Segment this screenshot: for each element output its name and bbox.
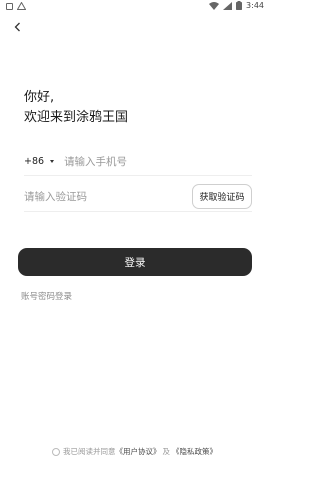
login-button[interactable]: 登录 [18,248,252,276]
back-button[interactable] [10,20,24,34]
chevron-left-icon [14,22,20,32]
wifi-icon [209,1,220,10]
status-right: 3:44 [209,1,264,10]
greeting: 你好, 欢迎来到涂鸦王国 [24,88,128,128]
privacy-policy-link[interactable]: 《隐私政策》 [172,446,217,457]
agree-radio[interactable] [52,447,60,456]
status-bar: 3:44 [0,0,270,14]
greeting-line-2: 欢迎来到涂鸦王国 [24,110,129,125]
status-left [6,2,26,10]
signal-icon [223,1,233,10]
warning-icon [17,2,26,10]
phone-row: +86 [24,148,252,176]
user-agreement-link[interactable]: 《用户协议》 [116,446,161,457]
get-code-button[interactable]: 获取验证码 [192,184,252,209]
phone-input[interactable] [64,155,252,168]
agreement-conjunction: 及 [162,447,171,456]
country-code-selector[interactable]: +86 [24,156,44,167]
password-login-link[interactable]: 账号密码登录 [21,290,72,302]
agreement-row: 我已阅读并同意 《用户协议》 及 《隐私政策》 [52,446,252,457]
status-time: 3:44 [246,1,264,10]
notification-icon [6,2,13,10]
caret-down-icon[interactable] [50,160,55,163]
battery-icon [236,1,243,10]
code-row: 获取验证码 [24,182,252,212]
greeting-line-1: 你好, [24,90,55,105]
agreement-prefix: 我已阅读并同意 [63,447,116,456]
